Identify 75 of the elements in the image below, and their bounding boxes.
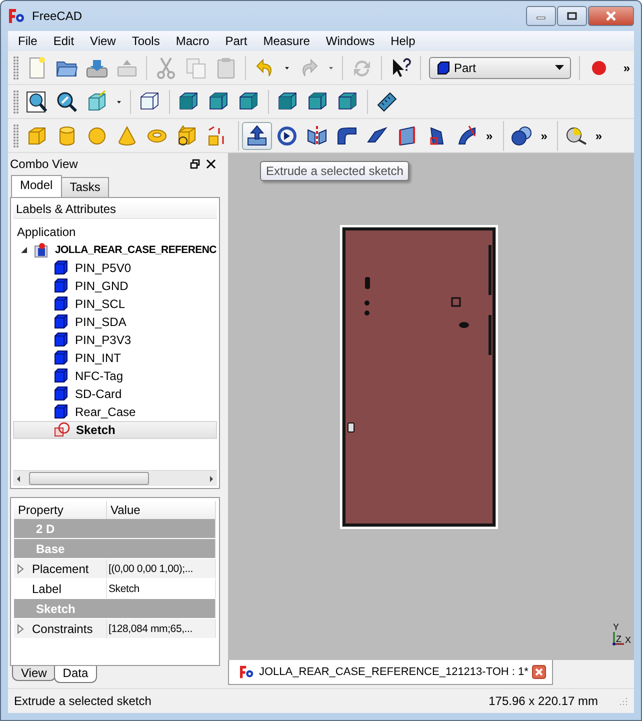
close-button[interactable]: [588, 6, 634, 26]
tree-item[interactable]: PIN_SDA: [73, 314, 128, 330]
close-icon[interactable]: [206, 159, 216, 169]
expand-arrow-icon[interactable]: [16, 564, 26, 574]
toolbar-overflow-button[interactable]: »: [619, 60, 634, 74]
caret-icon: [555, 64, 564, 70]
column-header: Property: [14, 501, 106, 519]
tree-item[interactable]: Rear_Case: [73, 404, 138, 420]
cube-icon: [436, 60, 450, 74]
tree-item[interactable]: Sketch: [74, 422, 118, 438]
property-name: Constraints: [32, 622, 93, 636]
tree-item[interactable]: Application: [15, 224, 78, 240]
tree-item[interactable]: PIN_GND: [73, 278, 130, 294]
tree-item[interactable]: NFC-Tag: [73, 368, 126, 384]
tab[interactable]: Tasks: [60, 177, 110, 197]
collapse-arrow-icon[interactable]: [19, 245, 29, 255]
solid-cube-icon: [53, 386, 69, 402]
menu-item[interactable]: Tools: [124, 31, 168, 51]
solid-cube-icon: [53, 332, 69, 348]
3d-viewport[interactable]: Extrude a selected sketch Y Z X: [228, 153, 634, 660]
solid-cube-icon: [53, 404, 69, 420]
maximize-icon[interactable]: [567, 12, 577, 20]
resize-grip-icon[interactable]: [618, 696, 628, 706]
tab[interactable]: Model: [11, 175, 62, 197]
solid-cube-icon: [53, 350, 69, 366]
tree-item[interactable]: PIN_SCL: [73, 296, 128, 312]
property-value[interactable]: Sketch: [106, 578, 216, 598]
menu-item[interactable]: Part: [217, 31, 256, 51]
solid-cube-icon: [53, 278, 69, 294]
expand-arrow-icon[interactable]: [16, 624, 26, 634]
tooltip: Extrude a selected sketch: [260, 161, 410, 181]
float-panel-icon[interactable]: [190, 159, 200, 169]
maximize-button[interactable]: [557, 6, 587, 26]
app-logo-icon: [8, 8, 26, 24]
tree-item[interactable]: SD-Card: [73, 386, 124, 402]
app-logo-icon: [239, 665, 255, 679]
menu-item[interactable]: Measure: [255, 31, 318, 51]
property-name: Placement: [32, 562, 89, 576]
tree-item[interactable]: PIN_P3V3: [73, 332, 134, 348]
sketch-icon: [54, 422, 70, 438]
solid-cube-icon: [53, 314, 69, 330]
horizontal-scrollbar[interactable]: [13, 470, 217, 486]
menu-item[interactable]: File: [10, 31, 46, 51]
property-value[interactable]: [128,084 mm;65,...: [106, 618, 216, 638]
document-icon: [33, 242, 49, 258]
column-header: Value: [106, 501, 216, 519]
dimensions-readout: 175.96 x 220.17 mm: [488, 694, 598, 708]
panel-title: Combo View: [10, 157, 79, 171]
menu-item[interactable]: Edit: [45, 31, 82, 51]
property-value[interactable]: [(0,00 0,00 1,00);...: [106, 558, 216, 578]
solid-cube-icon: [53, 296, 69, 312]
menu-item[interactable]: Help: [382, 31, 424, 51]
toolbar-overflow-button[interactable]: »: [536, 128, 552, 142]
toolbar-overflow-button[interactable]: »: [482, 128, 497, 142]
property-group-header: Base: [14, 538, 216, 558]
tree-item[interactable]: PIN_INT: [73, 350, 124, 366]
tab[interactable]: View: [12, 666, 56, 681]
menu-item[interactable]: Macro: [168, 31, 218, 51]
workbench-dropdown[interactable]: Part: [429, 56, 571, 78]
property-group-header: 2 D: [14, 519, 216, 538]
tree-item[interactable]: PIN_P5V0: [73, 260, 134, 276]
property-name: Label: [32, 582, 62, 596]
axis-indicator: Y Z X: [610, 620, 632, 648]
tree-item[interactable]: JOLLA_REAR_CASE_REFERENC: [53, 243, 217, 257]
toolbar-overflow-button[interactable]: »: [591, 128, 606, 142]
status-message: Extrude a selected sketch: [14, 694, 152, 708]
menu-item[interactable]: View: [82, 31, 124, 51]
tab[interactable]: Data: [54, 666, 98, 683]
menu-item[interactable]: Windows: [318, 31, 383, 51]
minimize-button[interactable]: [526, 6, 556, 26]
window-title: FreeCAD: [32, 9, 84, 23]
solid-cube-icon: [53, 368, 69, 384]
property-group-header: Sketch: [14, 598, 216, 618]
document-tab[interactable]: JOLLA_REAR_CASE_REFERENCE_121213-TOH : 1*: [228, 660, 554, 685]
solid-cube-icon: [53, 260, 69, 276]
